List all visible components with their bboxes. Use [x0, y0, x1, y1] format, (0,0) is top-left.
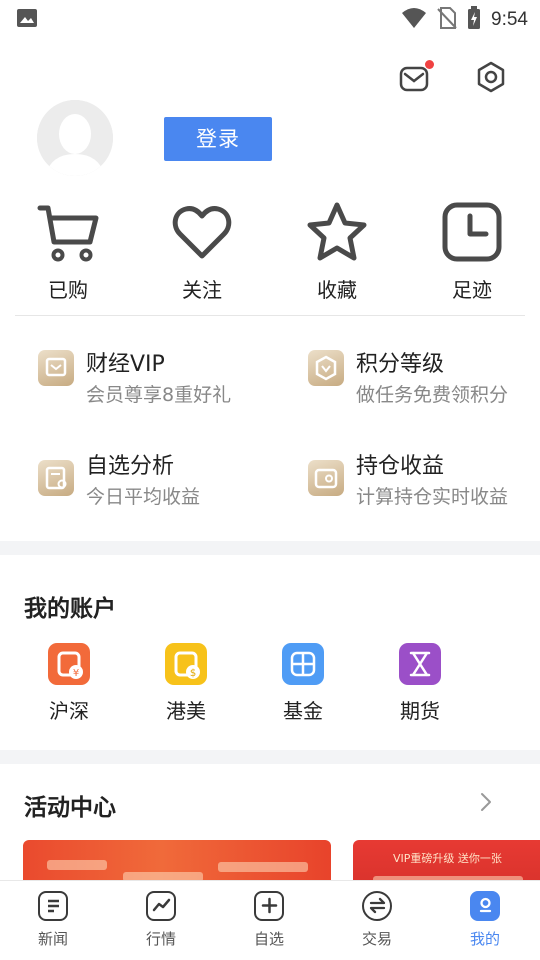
- banner-caption: VIP重磅升级 送你一张: [393, 852, 502, 865]
- account-label: 期货: [400, 699, 440, 723]
- quick-item-favorites[interactable]: 收藏: [287, 200, 387, 303]
- section-separator: [0, 750, 540, 764]
- feature-subtitle: 做任务免费领积分: [356, 384, 509, 406]
- avatar[interactable]: [37, 100, 113, 176]
- feature-points[interactable]: 积分等级 做任务免费领积分: [308, 346, 540, 416]
- accounts-title: 我的账户: [24, 596, 116, 622]
- market-chart-icon: [146, 891, 176, 921]
- quick-label: 关注: [182, 278, 222, 302]
- battery-charging-icon: [467, 6, 481, 34]
- account-fund[interactable]: 基金: [263, 643, 343, 724]
- vip-card-icon: [38, 350, 74, 386]
- tab-trade[interactable]: 交易: [342, 891, 412, 949]
- tab-label: 交易: [361, 930, 392, 948]
- clock-icon: [442, 202, 502, 262]
- analysis-doc-icon: [38, 460, 74, 496]
- feature-title: 持仓收益: [356, 454, 445, 479]
- profile-icon: [470, 891, 500, 921]
- quick-item-history[interactable]: 足迹: [422, 200, 522, 303]
- quick-item-purchased[interactable]: 已购: [18, 200, 118, 303]
- quick-item-follow[interactable]: 关注: [152, 200, 252, 303]
- quick-label: 收藏: [317, 278, 357, 302]
- tab-label: 自选: [253, 930, 284, 948]
- quick-actions: 已购 关注 收藏 足迹: [0, 200, 540, 310]
- account-label: 基金: [283, 699, 323, 723]
- add-watchlist-icon: [254, 891, 284, 921]
- tab-news[interactable]: 新闻: [18, 891, 88, 949]
- feature-subtitle: 计算持仓实时收益: [356, 486, 509, 508]
- chevron-right-icon[interactable]: [476, 792, 496, 812]
- tab-label: 我的: [469, 930, 500, 948]
- tab-label: 行情: [145, 930, 176, 948]
- tab-market[interactable]: 行情: [126, 891, 196, 949]
- activity-title: 活动中心: [24, 795, 116, 821]
- wallet-icon: [308, 460, 344, 496]
- hourglass-icon: [399, 643, 441, 685]
- fund-grid-icon: [282, 643, 324, 685]
- clock-time: 9:54: [491, 9, 528, 30]
- gangmei-icon: $: [165, 643, 207, 685]
- cart-icon: [37, 205, 99, 262]
- tab-label: 新闻: [37, 930, 68, 948]
- star-icon: [307, 202, 367, 261]
- account-gangmei[interactable]: $ 港美: [146, 643, 226, 724]
- feature-title: 自选分析: [86, 454, 175, 479]
- settings-icon[interactable]: [474, 60, 510, 96]
- no-sim-icon: [437, 7, 457, 33]
- account-hushen[interactable]: ¥ 沪深: [29, 643, 109, 724]
- status-bar: 9:54: [0, 0, 540, 36]
- unread-badge: [425, 60, 434, 69]
- feature-vip[interactable]: 财经VIP 会员尊享8重好礼: [38, 346, 278, 416]
- bottom-tab-bar: 新闻 行情 自选 交易 我的: [0, 880, 540, 960]
- trade-icon: [362, 891, 392, 921]
- account-label: 港美: [166, 699, 206, 723]
- banner-decoration: [218, 862, 308, 872]
- news-icon: [38, 891, 68, 921]
- quick-label: 足迹: [452, 278, 492, 302]
- hushen-icon: ¥: [48, 643, 90, 685]
- svg-text:¥: ¥: [73, 668, 79, 679]
- message-icon[interactable]: [398, 60, 434, 96]
- account-futures[interactable]: 期货: [380, 643, 460, 724]
- login-button[interactable]: 登录: [164, 117, 272, 161]
- feature-title: 积分等级: [356, 352, 445, 377]
- gallery-notification-icon: [16, 8, 38, 32]
- feature-title: 财经VIP: [86, 352, 165, 377]
- tab-watchlist[interactable]: 自选: [234, 891, 304, 949]
- feature-holdings[interactable]: 持仓收益 计算持仓实时收益: [308, 448, 540, 518]
- section-separator: [0, 541, 540, 555]
- banner-decoration: [47, 860, 107, 870]
- divider: [15, 315, 525, 316]
- account-label: 沪深: [49, 699, 89, 723]
- wifi-icon: [401, 7, 427, 33]
- points-badge-icon: [308, 350, 344, 386]
- heart-icon: [172, 206, 232, 259]
- tab-mine[interactable]: 我的: [450, 891, 520, 949]
- feature-analysis[interactable]: 自选分析 今日平均收益: [38, 448, 278, 518]
- quick-label: 已购: [48, 278, 88, 302]
- feature-subtitle: 今日平均收益: [86, 486, 201, 508]
- feature-subtitle: 会员尊享8重好礼: [86, 384, 232, 406]
- svg-text:$: $: [190, 668, 196, 679]
